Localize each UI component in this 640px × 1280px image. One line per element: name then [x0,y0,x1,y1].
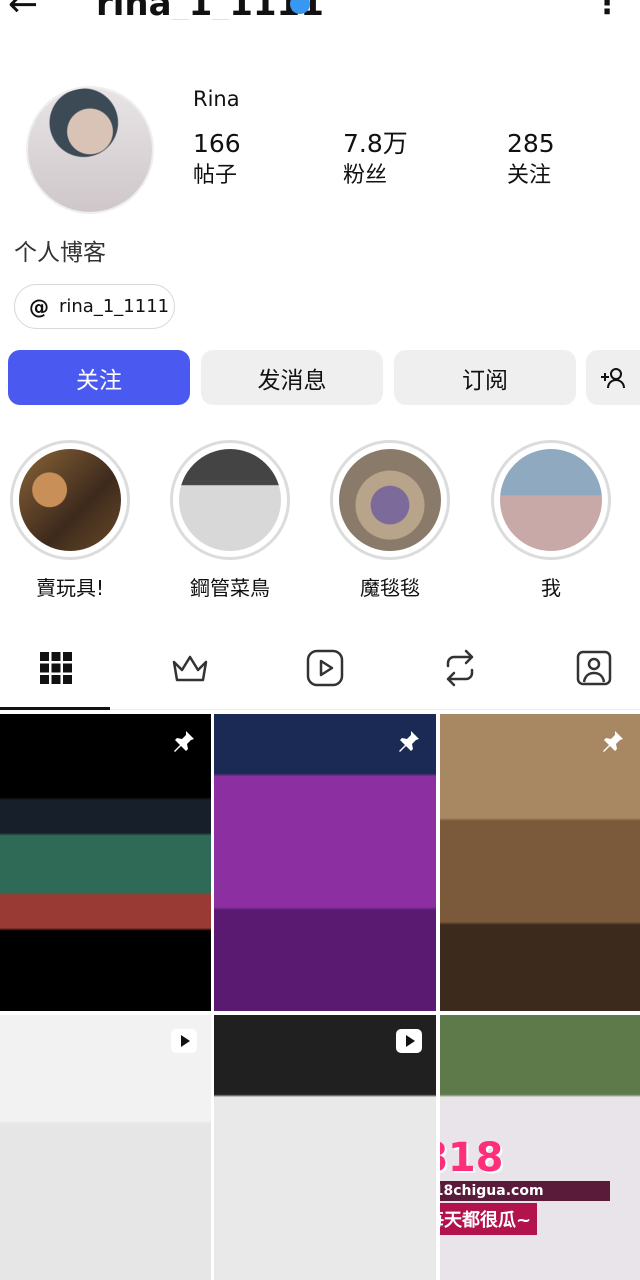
reels-icon [306,649,344,687]
crown-icon [172,655,208,682]
highlight-ring [170,440,290,560]
following-stat[interactable]: 285 关注 [507,128,555,192]
highlight-me[interactable]: 我 [491,440,611,601]
followers-label: 粉丝 [343,163,388,188]
message-button[interactable]: 发消息 [201,350,383,405]
highlight-label: 魔毯毯 [360,576,420,600]
post-grid: 818 818chigua.com 每天都很瓜~ [0,714,640,1280]
posts-stat[interactable]: 166 帖子 [193,128,241,192]
tab-reposts[interactable] [440,648,480,688]
more-options-icon[interactable]: ⋮ [592,0,622,20]
follow-button[interactable]: 关注 [8,350,190,405]
posts-count: 166 [193,129,241,158]
highlight-label: 鋼管菜鳥 [190,576,270,600]
highlight-ring [330,440,450,560]
post-thumbnail[interactable]: 818 818chigua.com 每天都很瓜~ [440,1015,640,1280]
suggest-users-button[interactable] [586,350,640,405]
followers-count: 7.8万 [343,129,408,158]
highlight-pole[interactable]: 鋼管菜鳥 [170,440,290,601]
highlight-label: 賣玩具! [35,576,105,600]
profile-bio: 个人博客 [14,240,106,266]
highlight-label: 我 [541,576,561,600]
profile-tabs [0,632,640,710]
highlight-toys[interactable]: 賣玩具! [10,440,130,601]
highlight-cover [500,449,602,551]
following-count: 285 [507,129,555,158]
followers-stat[interactable]: 7.8万 粉丝 [343,128,408,192]
post-thumbnail[interactable] [0,714,211,1011]
reel-play-icon [171,1029,197,1053]
posts-label: 帖子 [193,163,238,188]
active-tab-indicator [0,707,110,710]
repost-icon [446,649,474,687]
threads-handle: rina_1_1111 [59,296,170,317]
pin-icon [171,728,197,754]
avatar-image [28,88,152,212]
back-arrow-icon[interactable]: ← [8,0,38,20]
post-thumbnail[interactable] [0,1015,211,1280]
following-label: 关注 [507,163,552,188]
watermark-slogan: 每天都很瓜~ [440,1203,538,1235]
watermark-site: 818chigua.com [440,1181,610,1201]
pin-icon [396,728,422,754]
grid-icon [40,652,72,684]
threads-link[interactable]: @ rina_1_1111 [14,284,175,329]
tab-tagged[interactable] [574,648,614,688]
tagged-icon [576,650,612,686]
watermark-brand: 818 [440,1135,504,1181]
display-name: Rina [193,87,240,111]
threads-icon: @ [29,294,49,319]
post-thumbnail[interactable] [214,1015,436,1280]
highlight-blanket[interactable]: 魔毯毯 [330,440,450,601]
subscribe-button[interactable]: 订阅 [394,350,576,405]
tab-reels[interactable] [305,648,345,688]
highlight-cover [179,449,281,551]
profile-avatar[interactable] [26,86,154,214]
pin-icon [600,728,626,754]
highlight-cover [19,449,121,551]
add-user-icon [601,367,625,388]
watermark-logo: 818 818chigua.com 每天都很瓜~ [440,1135,610,1235]
post-thumbnail[interactable] [214,714,436,1011]
highlight-cover [339,449,441,551]
highlight-ring [10,440,130,560]
reel-play-icon [396,1029,422,1053]
tab-posts[interactable] [36,648,76,688]
tab-subscriptions[interactable] [170,648,210,688]
top-bar: ← rina_1_1111 ⋮ [0,0,640,20]
highlight-ring [491,440,611,560]
post-thumbnail[interactable] [440,714,640,1011]
